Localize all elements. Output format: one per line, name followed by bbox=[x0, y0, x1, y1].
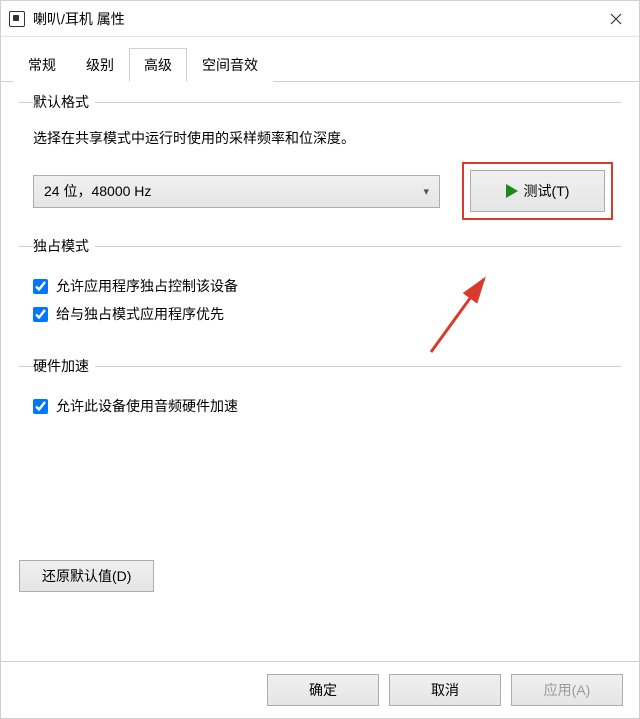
tab-levels[interactable]: 级别 bbox=[71, 48, 129, 82]
default-format-desc: 选择在共享模式中运行时使用的采样频率和位深度。 bbox=[33, 128, 611, 148]
default-format-legend: 默认格式 bbox=[33, 92, 95, 112]
default-format-group: 默认格式 选择在共享模式中运行时使用的采样频率和位深度。 24 位，48000 … bbox=[19, 92, 621, 226]
exclusive-mode-group: 独占模式 允许应用程序独占控制该设备 给与独占模式应用程序优先 bbox=[19, 236, 621, 346]
checkbox-hw-accel-input[interactable] bbox=[33, 399, 48, 414]
titlebar: 喇叭/耳机 属性 bbox=[1, 1, 639, 37]
tab-general[interactable]: 常规 bbox=[13, 48, 71, 82]
checkbox-exclusive-control[interactable]: 允许应用程序独占控制该设备 bbox=[33, 276, 611, 296]
hardware-accel-legend: 硬件加速 bbox=[33, 356, 95, 376]
test-button[interactable]: 测试(T) bbox=[470, 170, 605, 212]
checkbox-exclusive-priority[interactable]: 给与独占模式应用程序优先 bbox=[33, 304, 611, 324]
test-button-label: 测试(T) bbox=[524, 181, 570, 201]
restore-defaults-button[interactable]: 还原默认值(D) bbox=[19, 560, 154, 592]
checkbox-exclusive-priority-label: 给与独占模式应用程序优先 bbox=[56, 304, 224, 324]
exclusive-mode-legend: 独占模式 bbox=[33, 236, 95, 256]
properties-window: 喇叭/耳机 属性 常规 级别 高级 空间音效 默认格式 选择在共享模式中运行时使… bbox=[0, 0, 640, 719]
checkbox-exclusive-control-label: 允许应用程序独占控制该设备 bbox=[56, 276, 238, 296]
hardware-accel-group: 硬件加速 允许此设备使用音频硬件加速 bbox=[19, 356, 621, 438]
window-title: 喇叭/耳机 属性 bbox=[33, 9, 593, 29]
dialog-footer: 确定 取消 应用(A) bbox=[1, 661, 639, 718]
checkbox-hw-accel[interactable]: 允许此设备使用音频硬件加速 bbox=[33, 396, 611, 416]
close-button[interactable] bbox=[593, 1, 639, 37]
tab-strip: 常规 级别 高级 空间音效 bbox=[1, 37, 639, 82]
format-select[interactable]: 24 位，48000 Hz ▾ bbox=[33, 175, 440, 208]
checkbox-hw-accel-label: 允许此设备使用音频硬件加速 bbox=[56, 396, 238, 416]
format-select-value: 24 位，48000 Hz bbox=[44, 181, 151, 201]
checkbox-exclusive-priority-input[interactable] bbox=[33, 307, 48, 322]
cancel-button[interactable]: 取消 bbox=[389, 674, 501, 706]
tab-advanced[interactable]: 高级 bbox=[129, 48, 187, 82]
chevron-down-icon: ▾ bbox=[423, 185, 429, 198]
apply-button[interactable]: 应用(A) bbox=[511, 674, 623, 706]
speaker-icon bbox=[9, 11, 25, 27]
ok-button[interactable]: 确定 bbox=[267, 674, 379, 706]
checkbox-exclusive-control-input[interactable] bbox=[33, 279, 48, 294]
format-row: 24 位，48000 Hz ▾ 测试(T) bbox=[33, 170, 611, 212]
close-icon bbox=[610, 13, 622, 25]
tab-content: 默认格式 选择在共享模式中运行时使用的采样频率和位深度。 24 位，48000 … bbox=[1, 82, 639, 661]
restore-row: 还原默认值(D) bbox=[19, 560, 621, 592]
tab-spatial-sound[interactable]: 空间音效 bbox=[187, 48, 273, 82]
spacer bbox=[19, 448, 621, 548]
play-icon bbox=[506, 184, 518, 198]
